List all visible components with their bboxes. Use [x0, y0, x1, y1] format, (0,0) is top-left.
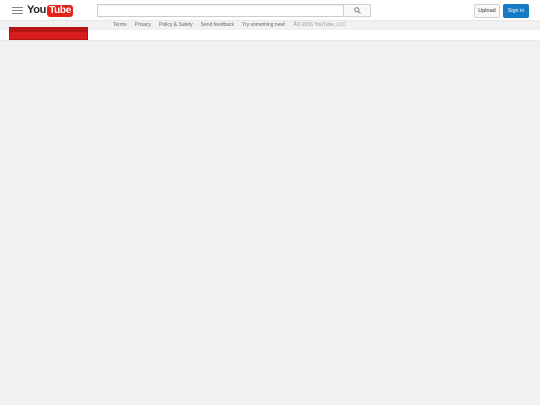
footer-link-try-something-new[interactable]: Try something new! [242, 22, 285, 28]
search-box [97, 4, 344, 22]
upload-button[interactable]: Upload [474, 4, 500, 18]
guide-panel-shade [10, 28, 87, 32]
masthead: You Tube Upload Sign in [0, 0, 540, 22]
footer-link-privacy[interactable]: Privacy [135, 22, 151, 28]
footer-link-send-feedback[interactable]: Send feedback [201, 22, 234, 28]
youtube-logo[interactable]: You Tube [27, 4, 74, 17]
search-icon [353, 7, 361, 14]
footer-links: Terms Privacy Policy & Safety Send feedb… [113, 21, 346, 29]
footer-link-policy-safety[interactable]: Policy & Safety [159, 22, 193, 28]
copyright-text: Â© 2016 YouTube, LLC [293, 22, 346, 28]
logo-tube-text: Tube [47, 4, 74, 17]
guide-panel[interactable] [9, 27, 88, 40]
search-button[interactable] [343, 4, 371, 17]
logo-you-text: You [27, 4, 47, 16]
guide-menu-icon[interactable] [12, 5, 23, 15]
footer-link-terms[interactable]: Terms [113, 22, 127, 28]
sign-in-button[interactable]: Sign in [503, 4, 529, 18]
